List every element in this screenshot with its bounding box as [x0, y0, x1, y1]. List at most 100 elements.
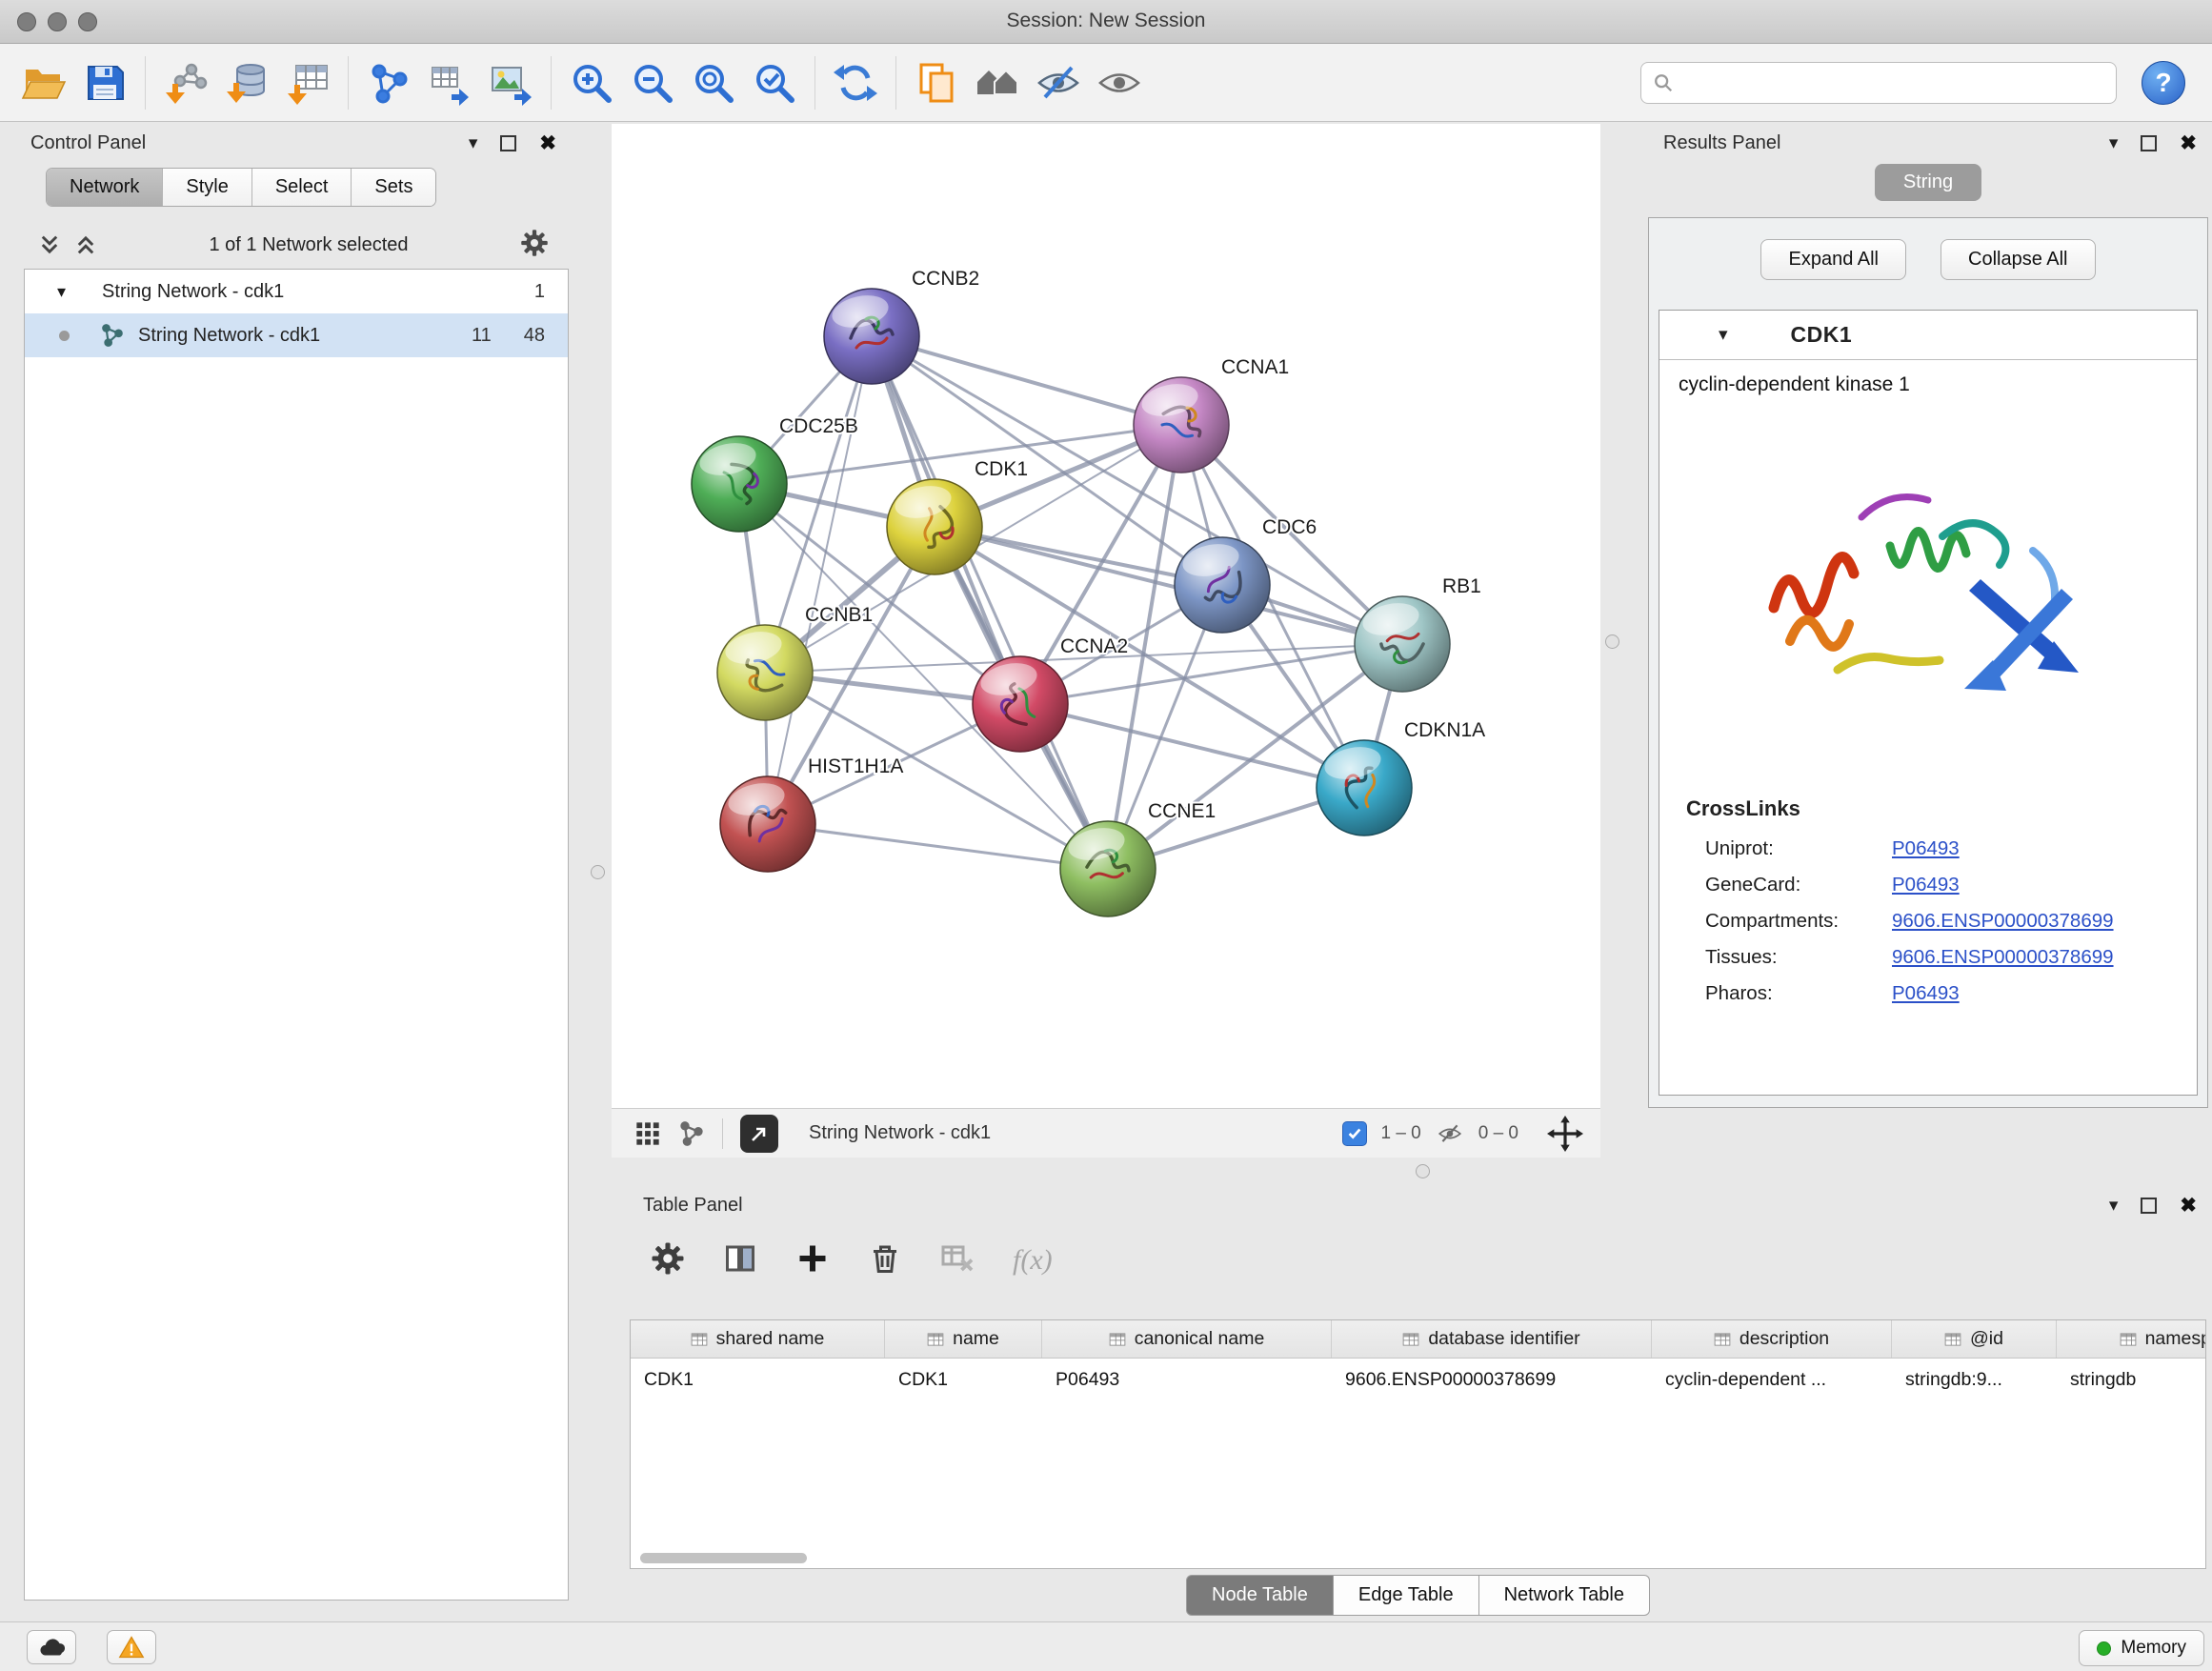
save-session-button[interactable] [74, 51, 135, 114]
string-home-button[interactable] [967, 51, 1028, 114]
network-edge[interactable] [935, 527, 1402, 644]
panel-collapse-icon[interactable]: ▾ [2109, 134, 2119, 152]
selected-checkbox-icon[interactable] [1342, 1121, 1367, 1146]
collapse-all-button[interactable]: Collapse All [1941, 239, 2096, 280]
panel-float-icon[interactable] [500, 135, 516, 151]
column-header[interactable]: database identifier [1332, 1320, 1652, 1358]
cloud-status-button[interactable] [27, 1630, 76, 1664]
annotation-mode-button[interactable] [740, 1115, 778, 1153]
memory-button[interactable]: Memory [2079, 1630, 2204, 1666]
panel-float-icon[interactable] [2141, 135, 2157, 151]
vertical-splitter-handle[interactable] [1605, 634, 1619, 649]
tab-network-table[interactable]: Network Table [1479, 1575, 1650, 1616]
zoom-fit-button[interactable] [683, 51, 744, 114]
network-node[interactable]: CDK1 [887, 458, 1028, 574]
network-view-canvas[interactable]: CCNB2CCNA1CDC25BCDK1CDC6RB1CCNB1CCNA2CDK… [612, 124, 1600, 1108]
export-image-button[interactable] [480, 51, 541, 114]
disclosure-triangle-icon[interactable]: ▾ [1719, 324, 1728, 346]
eye-icon [1096, 60, 1142, 106]
panel-collapse-icon[interactable]: ▾ [2109, 1197, 2119, 1215]
expand-all-networks-icon[interactable] [38, 233, 61, 256]
add-column-plus-icon[interactable] [795, 1241, 830, 1280]
crosslink-value-link[interactable]: 9606.ENSP00000378699 [1892, 946, 2114, 969]
panel-close-icon[interactable]: ✖ [2180, 133, 2197, 153]
network-edge[interactable] [768, 336, 872, 824]
import-network-database-button[interactable] [216, 51, 277, 114]
panel-collapse-icon[interactable]: ▾ [469, 134, 478, 152]
column-header[interactable]: name [885, 1320, 1042, 1358]
network-collection-count: 1 [534, 281, 545, 303]
column-header[interactable]: shared name [631, 1320, 885, 1358]
network-edge[interactable] [872, 336, 1108, 869]
vertical-splitter-handle[interactable] [591, 865, 605, 879]
show-columns-icon[interactable] [723, 1241, 757, 1280]
network-view-icon[interactable] [678, 1120, 705, 1147]
crosslink-value-link[interactable]: 9606.ENSP00000378699 [1892, 910, 2114, 933]
network-options-gear-icon[interactable] [520, 229, 549, 262]
disclosure-triangle-icon[interactable]: ▾ [57, 282, 66, 302]
tab-edge-table[interactable]: Edge Table [1334, 1575, 1479, 1616]
table-row[interactable]: CDK1 CDK1 P06493 9606.ENSP00000378699 cy… [631, 1359, 2206, 1400]
import-table-button[interactable] [277, 51, 338, 114]
network-node[interactable]: HIST1H1A [720, 755, 903, 872]
column-header[interactable]: canonical name [1042, 1320, 1332, 1358]
network-collection-row[interactable]: ▾ String Network - cdk1 1 [25, 270, 568, 313]
new-network-from-table-button[interactable] [419, 51, 480, 114]
collapse-all-networks-icon[interactable] [74, 233, 97, 256]
cell-namespace[interactable]: stringdb [2057, 1369, 2206, 1391]
cell-id[interactable]: stringdb:9... [1892, 1369, 2057, 1391]
cell-name[interactable]: CDK1 [885, 1369, 1042, 1391]
panel-close-icon[interactable]: ✖ [2180, 1196, 2197, 1216]
network-node[interactable]: CDC6 [1175, 516, 1317, 633]
tab-sets[interactable]: Sets [352, 169, 435, 206]
horizontal-scrollbar-thumb[interactable] [640, 1553, 807, 1563]
cell-database-identifier[interactable]: 9606.ENSP00000378699 [1332, 1369, 1652, 1391]
delete-column-trash-icon[interactable] [868, 1241, 902, 1280]
zoom-selected-icon [752, 60, 797, 106]
help-button[interactable]: ? [2142, 61, 2185, 105]
expand-all-button[interactable]: Expand All [1760, 239, 1906, 280]
network-node[interactable]: RB1 [1355, 575, 1481, 692]
cell-description[interactable]: cyclin-dependent ... [1652, 1369, 1892, 1391]
network-node[interactable]: CCNB1 [717, 604, 873, 720]
warnings-button[interactable] [107, 1630, 156, 1664]
cell-canonical-name[interactable]: P06493 [1042, 1369, 1332, 1391]
network-node[interactable]: CDKN1A [1317, 719, 1485, 836]
pan-crosshair-icon[interactable] [1547, 1116, 1583, 1152]
open-session-button[interactable] [13, 51, 74, 114]
table-options-gear-icon[interactable] [651, 1241, 685, 1280]
column-header[interactable]: namespace [2057, 1320, 2206, 1358]
zoom-out-button[interactable] [622, 51, 683, 114]
show-all-button[interactable] [1089, 51, 1150, 114]
gene-card-header[interactable]: ▾ CDK1 [1659, 311, 2197, 360]
panel-close-icon[interactable]: ✖ [539, 133, 556, 153]
zoom-in-button[interactable] [561, 51, 622, 114]
tab-string[interactable]: String [1875, 164, 1981, 201]
tab-select[interactable]: Select [252, 169, 352, 206]
column-header[interactable]: description [1652, 1320, 1892, 1358]
grid-view-icon[interactable] [634, 1120, 661, 1147]
tab-node-table[interactable]: Node Table [1186, 1575, 1334, 1616]
import-network-file-button[interactable] [155, 51, 216, 114]
panel-float-icon[interactable] [2141, 1198, 2157, 1214]
zoom-selected-button[interactable] [744, 51, 805, 114]
search-input[interactable] [1681, 72, 2104, 93]
hide-unselected-button[interactable] [1028, 51, 1089, 114]
hidden-eye-slash-icon[interactable] [1435, 1121, 1465, 1146]
cell-shared-name[interactable]: CDK1 [631, 1369, 885, 1391]
crosslink-value-link[interactable]: P06493 [1892, 874, 1960, 896]
tab-network[interactable]: Network [47, 169, 163, 206]
column-header[interactable]: @id [1892, 1320, 2057, 1358]
horizontal-splitter-handle[interactable] [1416, 1164, 1430, 1178]
tab-style[interactable]: Style [163, 169, 251, 206]
clone-network-button[interactable] [906, 51, 967, 114]
refresh-button[interactable] [825, 51, 886, 114]
network-node[interactable]: CCNB2 [824, 268, 979, 384]
new-network-button[interactable] [358, 51, 419, 114]
network-row-selected[interactable]: String Network - cdk1 11 48 [25, 313, 568, 357]
network-node[interactable]: CCNA1 [1134, 356, 1289, 473]
network-edge[interactable] [768, 824, 1108, 869]
toolbar-separator [348, 56, 349, 110]
crosslink-value-link[interactable]: P06493 [1892, 837, 1960, 860]
crosslink-value-link[interactable]: P06493 [1892, 982, 1960, 1005]
